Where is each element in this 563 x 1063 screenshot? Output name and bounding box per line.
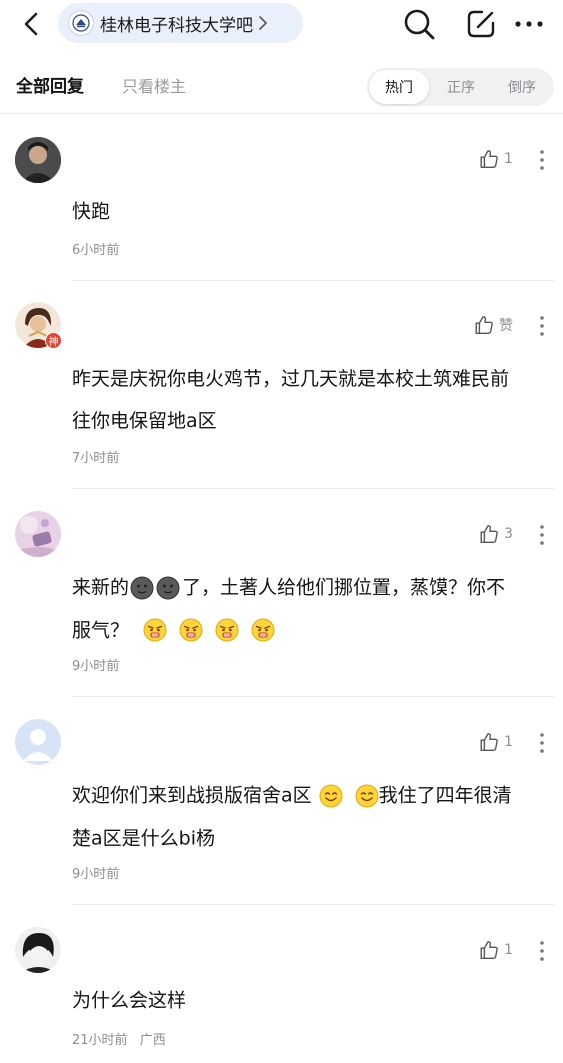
tab-owner-only[interactable]: 只看楼主 [122, 73, 186, 97]
smile-face-emoji-icon [355, 784, 379, 808]
smile-face-emoji-icon [319, 784, 343, 808]
avatar[interactable] [15, 511, 61, 557]
search-icon[interactable] [403, 8, 435, 40]
comment-time: 6小时前 [72, 243, 120, 258]
top-bar: 桂林电子科技大学吧 [0, 0, 563, 48]
chevron-right-icon [259, 16, 267, 30]
comment-text: 欢迎你们来到战损版宿舍a区 我住了四年很清 楚a区是什么bi杨 [72, 774, 552, 859]
thumbs-up-icon [478, 939, 500, 961]
comment-text-line: 快跑 [72, 200, 111, 223]
divider [72, 696, 554, 697]
divider [72, 488, 554, 489]
sort-ascending-button[interactable]: 正序 [431, 70, 491, 104]
thumbs-up-icon [473, 314, 495, 336]
like-button[interactable]: 赞 [473, 314, 513, 336]
comment-time: 7小时前 [72, 451, 120, 466]
comment-text-segment: 了，土著人给他们挪位置，蒸馍？你不 [182, 576, 506, 599]
dark-face-emoji-icon [156, 576, 180, 600]
like-button[interactable]: 1 [478, 148, 513, 170]
dark-face-emoji-icon [130, 576, 154, 600]
divider [72, 280, 554, 281]
comment-text: 为什么会这样 [72, 979, 552, 1022]
avatar[interactable] [15, 137, 61, 183]
angry-face-emoji-icon [179, 618, 203, 642]
like-count: 3 [504, 526, 513, 542]
thumbs-up-icon [478, 523, 500, 545]
like-count: 1 [504, 151, 513, 167]
more-vertical-icon[interactable] [534, 523, 550, 547]
avatar[interactable] [15, 719, 61, 765]
comment-text-segment: 欢迎你们来到战损版宿舍a区 [72, 784, 312, 807]
back-arrow-icon[interactable] [18, 10, 44, 38]
comment-text-line: 为什么会这样 [72, 989, 187, 1012]
comment-text-segment: 楚a区是什么bi杨 [72, 827, 215, 849]
sort-descending-button[interactable]: 倒序 [492, 70, 552, 104]
comment-time: 21小时前 [72, 1033, 128, 1048]
divider [72, 904, 554, 905]
comment-text: 来新的 了，土著人给他们挪位置，蒸馍？你不 服气？ [72, 566, 552, 651]
forum-name: 桂林电子科技大学吧 [100, 15, 253, 36]
comment-time: 9小时前 [72, 659, 120, 674]
like-button[interactable]: 1 [478, 939, 513, 961]
comment-time: 9小时前 [72, 867, 120, 882]
like-label: 赞 [499, 318, 513, 334]
forum-pill[interactable]: 桂林电子科技大学吧 [58, 3, 303, 43]
angry-face-emoji-icon [215, 618, 239, 642]
more-icon[interactable] [513, 8, 545, 40]
angry-face-emoji-icon [251, 618, 275, 642]
comment-text-segment: 我住了四年很清 [378, 784, 512, 807]
comment-text-line: 往你电保留地a区 [72, 410, 217, 432]
filter-bar: 全部回复 只看楼主 热门 正序 倒序 [0, 58, 563, 114]
thumbs-up-icon [478, 148, 500, 170]
comment-text-segment: 服气？ [72, 619, 130, 641]
like-count: 1 [504, 734, 513, 750]
more-vertical-icon[interactable] [534, 314, 550, 338]
tab-all-replies[interactable]: 全部回复 [16, 72, 84, 97]
more-vertical-icon[interactable] [534, 939, 550, 963]
comment-text: 昨天是庆祝你电火鸡节，过几天就是本校土筑难民前 往你电保留地a区 [72, 358, 552, 442]
comment-text-segment: 来新的 [72, 576, 130, 599]
more-vertical-icon[interactable] [534, 148, 550, 172]
more-vertical-icon[interactable] [534, 731, 550, 755]
like-count: 1 [504, 942, 513, 958]
avatar[interactable]: 神 [15, 302, 62, 349]
comment-text: 快跑 [72, 190, 552, 233]
angry-face-emoji-icon [143, 618, 167, 642]
sort-hot-button[interactable]: 热门 [369, 70, 429, 104]
thumbs-up-icon [478, 731, 500, 753]
avatar[interactable] [15, 927, 61, 973]
god-badge: 神 [45, 332, 62, 349]
god-badge-label: 神 [48, 337, 59, 348]
comment-location: 广西 [139, 1033, 166, 1048]
forum-logo [68, 10, 94, 36]
sort-toggle: 热门 正序 倒序 [367, 68, 554, 106]
like-button[interactable]: 3 [478, 523, 513, 545]
comment-meta: 21小时前 广西 [72, 1029, 166, 1048]
edit-icon[interactable] [465, 8, 497, 40]
like-button[interactable]: 1 [478, 731, 513, 753]
comment-text-line: 昨天是庆祝你电火鸡节，过几天就是本校土筑难民前 [72, 368, 510, 390]
